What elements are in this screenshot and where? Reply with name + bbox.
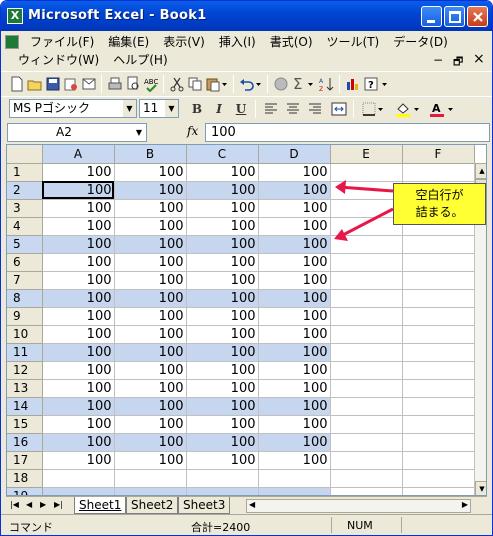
tab-sheet3[interactable]: Sheet3 [178, 497, 231, 514]
last-sheet-icon[interactable]: ▶| [54, 500, 63, 509]
status-mode: コマンド [9, 521, 53, 534]
callout-line-2: 詰まる。 [415, 205, 464, 219]
prev-sheet-icon[interactable]: ◀ [26, 500, 32, 509]
first-sheet-icon[interactable]: |◀ [10, 500, 19, 509]
tab-sheet2[interactable]: Sheet2 [126, 497, 179, 514]
horizontal-scrollbar[interactable]: ◀ ▶ [246, 499, 471, 513]
status-num-lock: NUM [347, 519, 373, 532]
excel-window: X Microsoft Excel - Book1 ファイル(F) 編集(E) 表示… [0, 0, 493, 536]
sheet-tab-bar: |◀ ◀ ▶ ▶| Sheet1 Sheet2 Sheet3 ◀ ▶ [6, 496, 487, 514]
arrow-to-row-5 [338, 207, 394, 239]
callout-note: 空白行が 詰まる。 [393, 183, 486, 225]
status-sum: 合計=2400 [191, 521, 251, 534]
scroll-right-icon[interactable]: ▶ [462, 500, 468, 509]
next-sheet-icon[interactable]: ▶ [40, 500, 46, 509]
status-bar: コマンド 合計=2400 NUM [1, 514, 492, 535]
status-divider [331, 517, 332, 533]
arrow-head-icon [335, 180, 346, 194]
scroll-left-icon[interactable]: ◀ [249, 500, 255, 509]
annotation-arrows [334, 180, 394, 241]
status-divider [401, 517, 402, 533]
arrow-to-row-2 [338, 185, 394, 193]
callout-line-1: 空白行が [415, 188, 464, 202]
tab-sheet1[interactable]: Sheet1 [74, 497, 127, 514]
